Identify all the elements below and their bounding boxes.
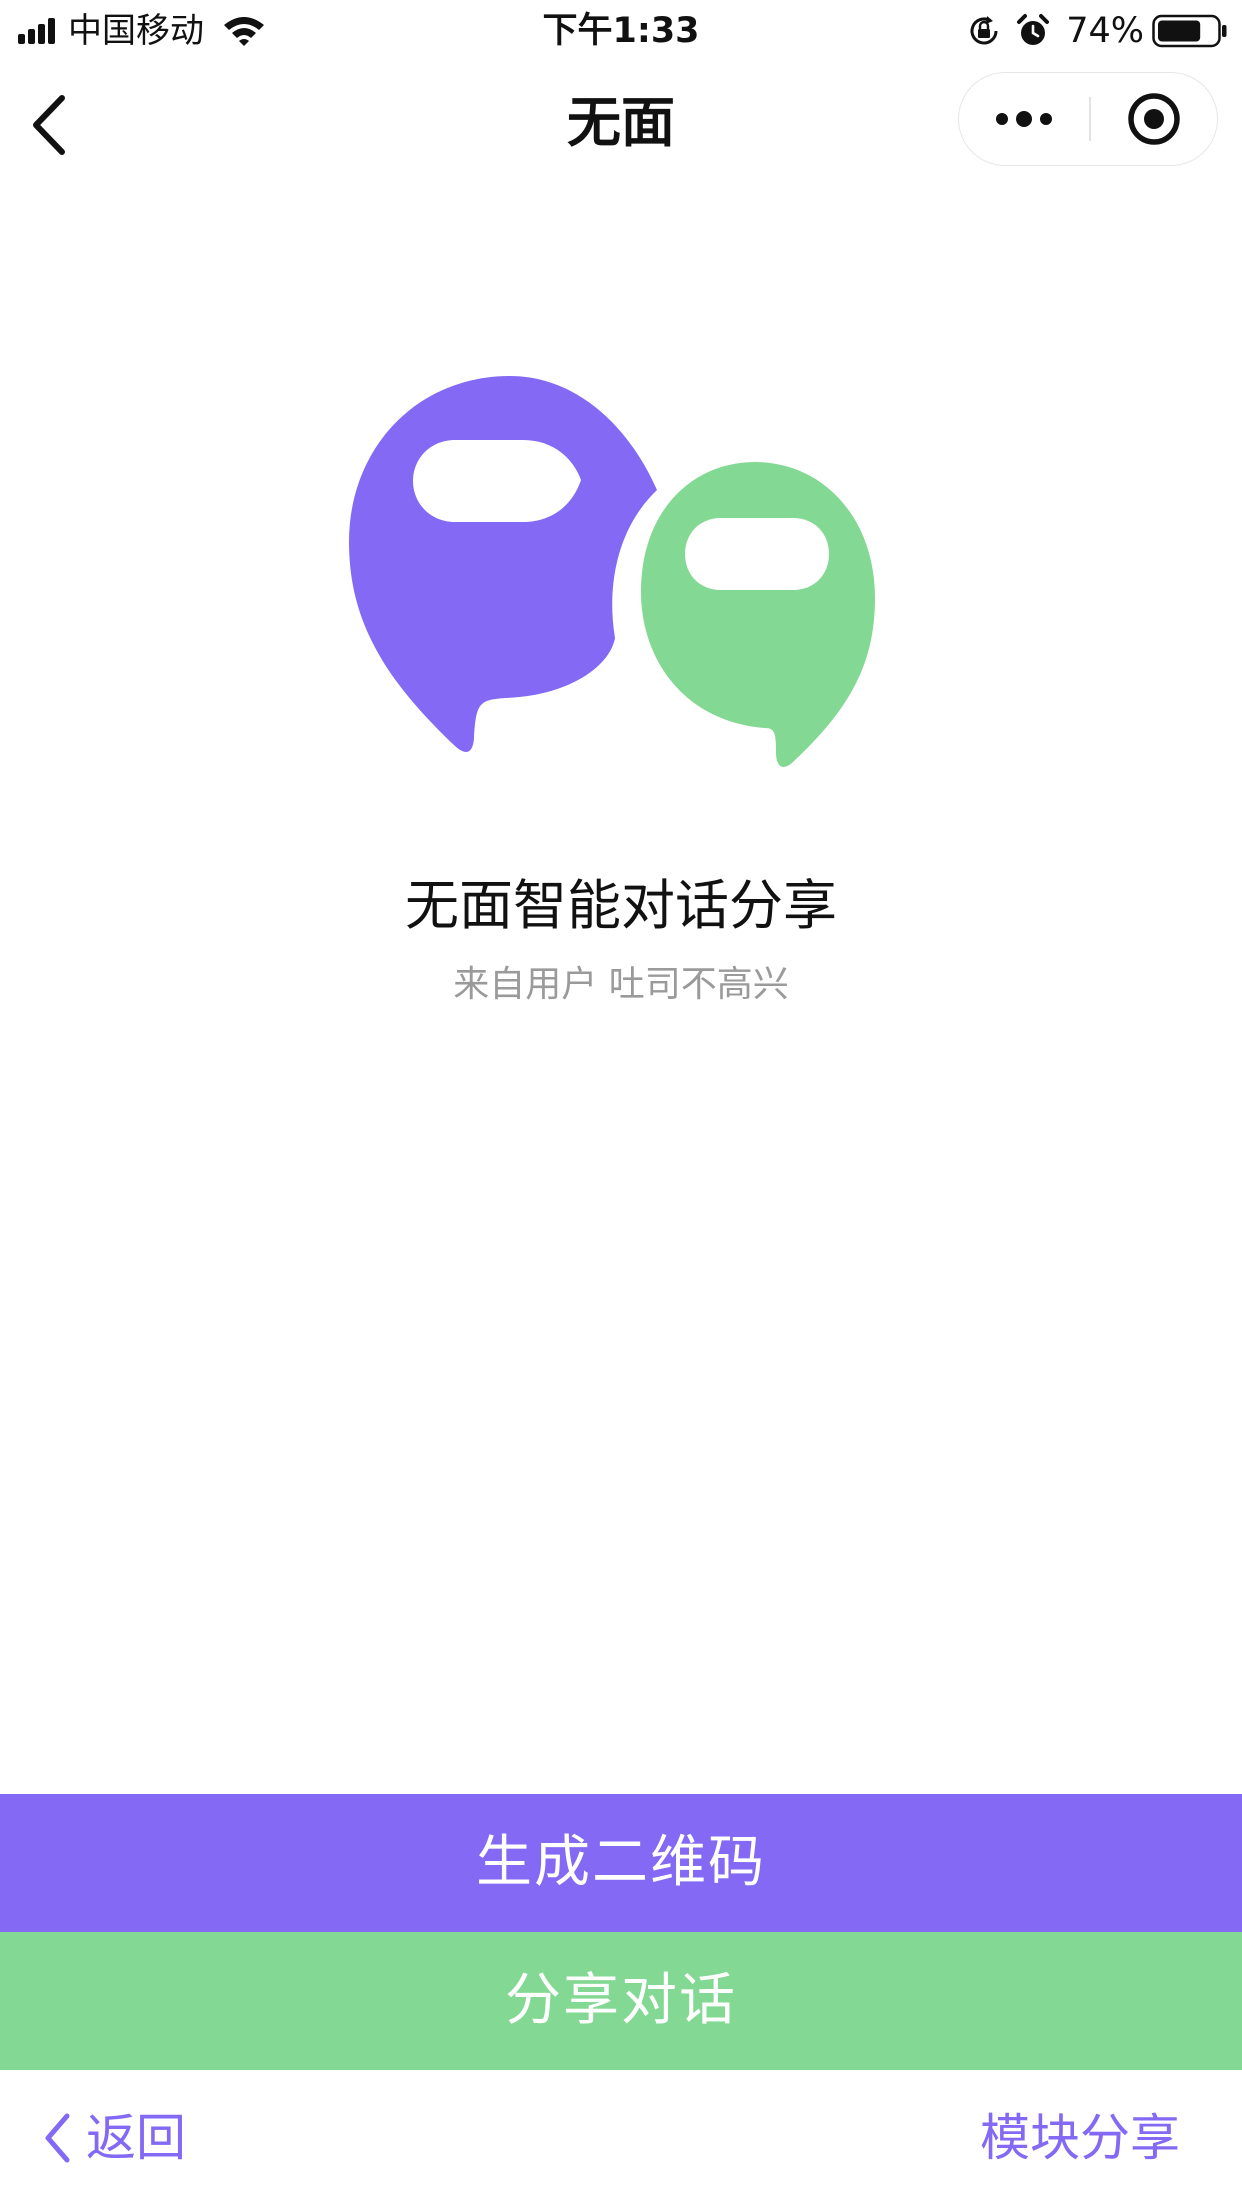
share-title: 无面智能对话分享 bbox=[405, 874, 837, 937]
nav-bar: 无面 bbox=[0, 62, 1242, 182]
more-dots-icon bbox=[996, 111, 1052, 127]
alarm-icon bbox=[1017, 14, 1050, 45]
module-share-link[interactable]: 模块分享 bbox=[980, 2106, 1180, 2170]
rotation-lock-icon bbox=[970, 16, 998, 45]
status-bar-right: 74% bbox=[954, 8, 1228, 54]
battery-percent: 74% bbox=[1066, 11, 1144, 51]
mini-program-close-icon bbox=[1128, 93, 1180, 145]
bottom-back-label: 返回 bbox=[86, 2109, 186, 2167]
more-button[interactable] bbox=[959, 73, 1089, 165]
bottom-back-link[interactable]: 返回 bbox=[42, 2106, 186, 2170]
battery-icon bbox=[1152, 14, 1227, 48]
mini-program-capsule bbox=[958, 72, 1218, 166]
share-dialog-button[interactable]: 分享对话 bbox=[0, 1932, 1242, 2070]
share-subtitle: 来自用户 吐司不高兴 bbox=[453, 964, 789, 1005]
chevron-left-icon bbox=[45, 2113, 70, 2163]
status-bar: 中国移动 下午1:33 74% bbox=[0, 0, 1242, 62]
close-mini-program-button[interactable] bbox=[1090, 73, 1218, 165]
speech-bubbles-logo bbox=[349, 376, 875, 767]
generate-qr-button[interactable]: 生成二维码 bbox=[0, 1794, 1242, 1932]
